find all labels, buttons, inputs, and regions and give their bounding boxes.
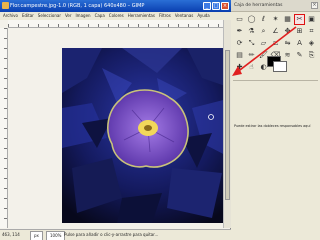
menu-view[interactable]: Ver [65,12,72,20]
free-select-icon: ℓ [262,15,265,23]
unit-select[interactable]: px [30,231,43,240]
color-swatches[interactable] [267,56,287,72]
pencil-icon: ✏ [248,51,255,59]
ellipse-select-icon: ◯ [247,15,256,23]
tool-button[interactable]: ⇋ [282,38,293,49]
tool-button[interactable]: ✏ [246,50,257,61]
paths-icon: ✒ [236,27,243,35]
toolbox-titlebar[interactable]: Caja de herramientas × [231,0,320,12]
tool-button[interactable]: ⊞ [294,26,305,37]
tool-button[interactable]: ▭ [234,14,245,25]
rect-select-icon: ▭ [236,15,243,23]
toolbox-window: Caja de herramientas × ▭ ◯ ℓ ✶ ▦ ✂ ▣ ✒ ⚗ ⌕ ∠ ✥ ⊞ ⌗ ⟳ ⤡ ▱… [231,0,320,240]
flower-photo [62,48,231,223]
foreground-select-icon: ▣ [308,15,315,23]
tool-button[interactable]: ∠ [270,26,281,37]
tool-button[interactable]: ◯ [246,14,257,25]
ink-icon: ✎ [296,51,303,59]
minimize-button[interactable]: _ [203,2,211,10]
vertical-ruler[interactable] [0,28,8,228]
heal-icon: ✚ [236,63,243,71]
tool-button[interactable]: ✂ [294,14,305,25]
smudge-icon: ☝ [249,63,254,71]
maximize-button[interactable]: □ [212,2,220,10]
tool-button[interactable]: ◈ [306,38,317,49]
image-canvas[interactable] [62,48,231,223]
toolbox-title: Caja de herramientas [234,3,283,8]
text-icon: A [297,39,302,47]
tool-button[interactable]: ⏢ [270,38,281,49]
tool-button[interactable]: ⚗ [246,26,257,37]
image-window-titlebar[interactable]: Flor.campestre.jpg-1.0 (RGB, 1 capa) 640… [0,0,231,12]
shear-icon: ▱ [260,39,267,47]
menu-filters[interactable]: Filtros [159,12,171,20]
tool-options-panel: Puede estirar las dobleces responsables … [233,80,318,239]
canvas-area[interactable] [8,28,231,228]
menu-edit[interactable]: Editar [22,12,34,20]
menu-file[interactable]: Archivo [3,12,18,20]
dodge-icon: ◐ [260,63,267,71]
tool-button[interactable]: ✥ [282,26,293,37]
menu-layer[interactable]: Capa [95,12,105,20]
menu-help[interactable]: Ayuda [197,12,209,20]
status-bar: 463, 114 px 100% Pulse para añadir o cli… [0,229,231,240]
tool-button[interactable]: ⎘ [306,50,317,61]
tool-button[interactable]: ☝ [246,62,257,73]
color-picker-icon: ⚗ [248,27,255,35]
vertical-scrollbar[interactable] [223,20,231,228]
gimp-app-icon [2,2,9,9]
align-icon: ⊞ [296,27,303,35]
tool-button[interactable]: ⤡ [246,38,257,49]
tool-button[interactable]: ✎ [294,50,305,61]
perspective-icon: ⏢ [272,39,279,47]
blend-icon: ▤ [236,51,243,59]
zoom-icon: ⌕ [261,27,266,35]
scrollbar-thumb[interactable] [225,50,230,200]
background-color[interactable] [273,61,287,72]
measure-icon: ∠ [272,27,279,35]
fuzzy-select-icon: ✶ [272,15,279,23]
menu-windows[interactable]: Ventanas [175,12,194,20]
tool-button[interactable]: ⌕ [258,26,269,37]
crop-icon: ⌗ [309,27,314,35]
bucket-fill-icon: ◈ [308,39,315,47]
tool-button[interactable]: ✚ [234,62,245,73]
rotate-icon: ⟳ [236,39,243,47]
tool-button[interactable]: ℓ [258,14,269,25]
flip-icon: ⇋ [284,39,291,47]
scissors-icon: ✂ [296,15,303,23]
menu-tools[interactable]: Herramientas [128,12,155,20]
tool-button[interactable]: ▣ [306,14,317,25]
menu-colors[interactable]: Colores [109,12,124,20]
window-title: Flor.campestre.jpg-1.0 (RGB, 1 capa) 640… [10,3,145,9]
tool-button[interactable]: ▤ [234,50,245,61]
pointer-coordinates: 463, 114 [2,232,20,237]
menu-image[interactable]: Imagen [76,12,91,20]
move-icon: ✥ [284,27,291,35]
close-button[interactable]: × [221,2,229,10]
menu-select[interactable]: Seleccionar [38,12,61,20]
clone-icon: ⎘ [308,51,315,59]
tool-button[interactable]: ✒ [234,26,245,37]
status-message: Pulse para añadir o clic-y-arrastre para… [64,232,159,237]
toolbox-close-button[interactable]: × [311,2,318,9]
select-by-color-icon: ▦ [284,15,291,23]
image-window: Flor.campestre.jpg-1.0 (RGB, 1 capa) 640… [0,0,231,240]
scale-icon: ⤡ [248,39,255,47]
tool-button[interactable]: ▱ [258,38,269,49]
menu-bar: Archivo Editar Seleccionar Ver Imagen Ca… [0,12,231,20]
tool-button[interactable]: ▦ [282,14,293,25]
tool-button[interactable]: ⟳ [234,38,245,49]
zoom-select[interactable]: 100% [46,231,66,240]
tool-button[interactable]: ✶ [270,14,281,25]
tool-button[interactable]: A [294,38,305,49]
tool-options-hint: Puede estirar las dobleces responsables … [234,124,311,128]
window-controls: _ □ × [203,2,229,10]
tool-button[interactable]: ⌗ [306,26,317,37]
horizontal-ruler[interactable] [8,20,223,28]
